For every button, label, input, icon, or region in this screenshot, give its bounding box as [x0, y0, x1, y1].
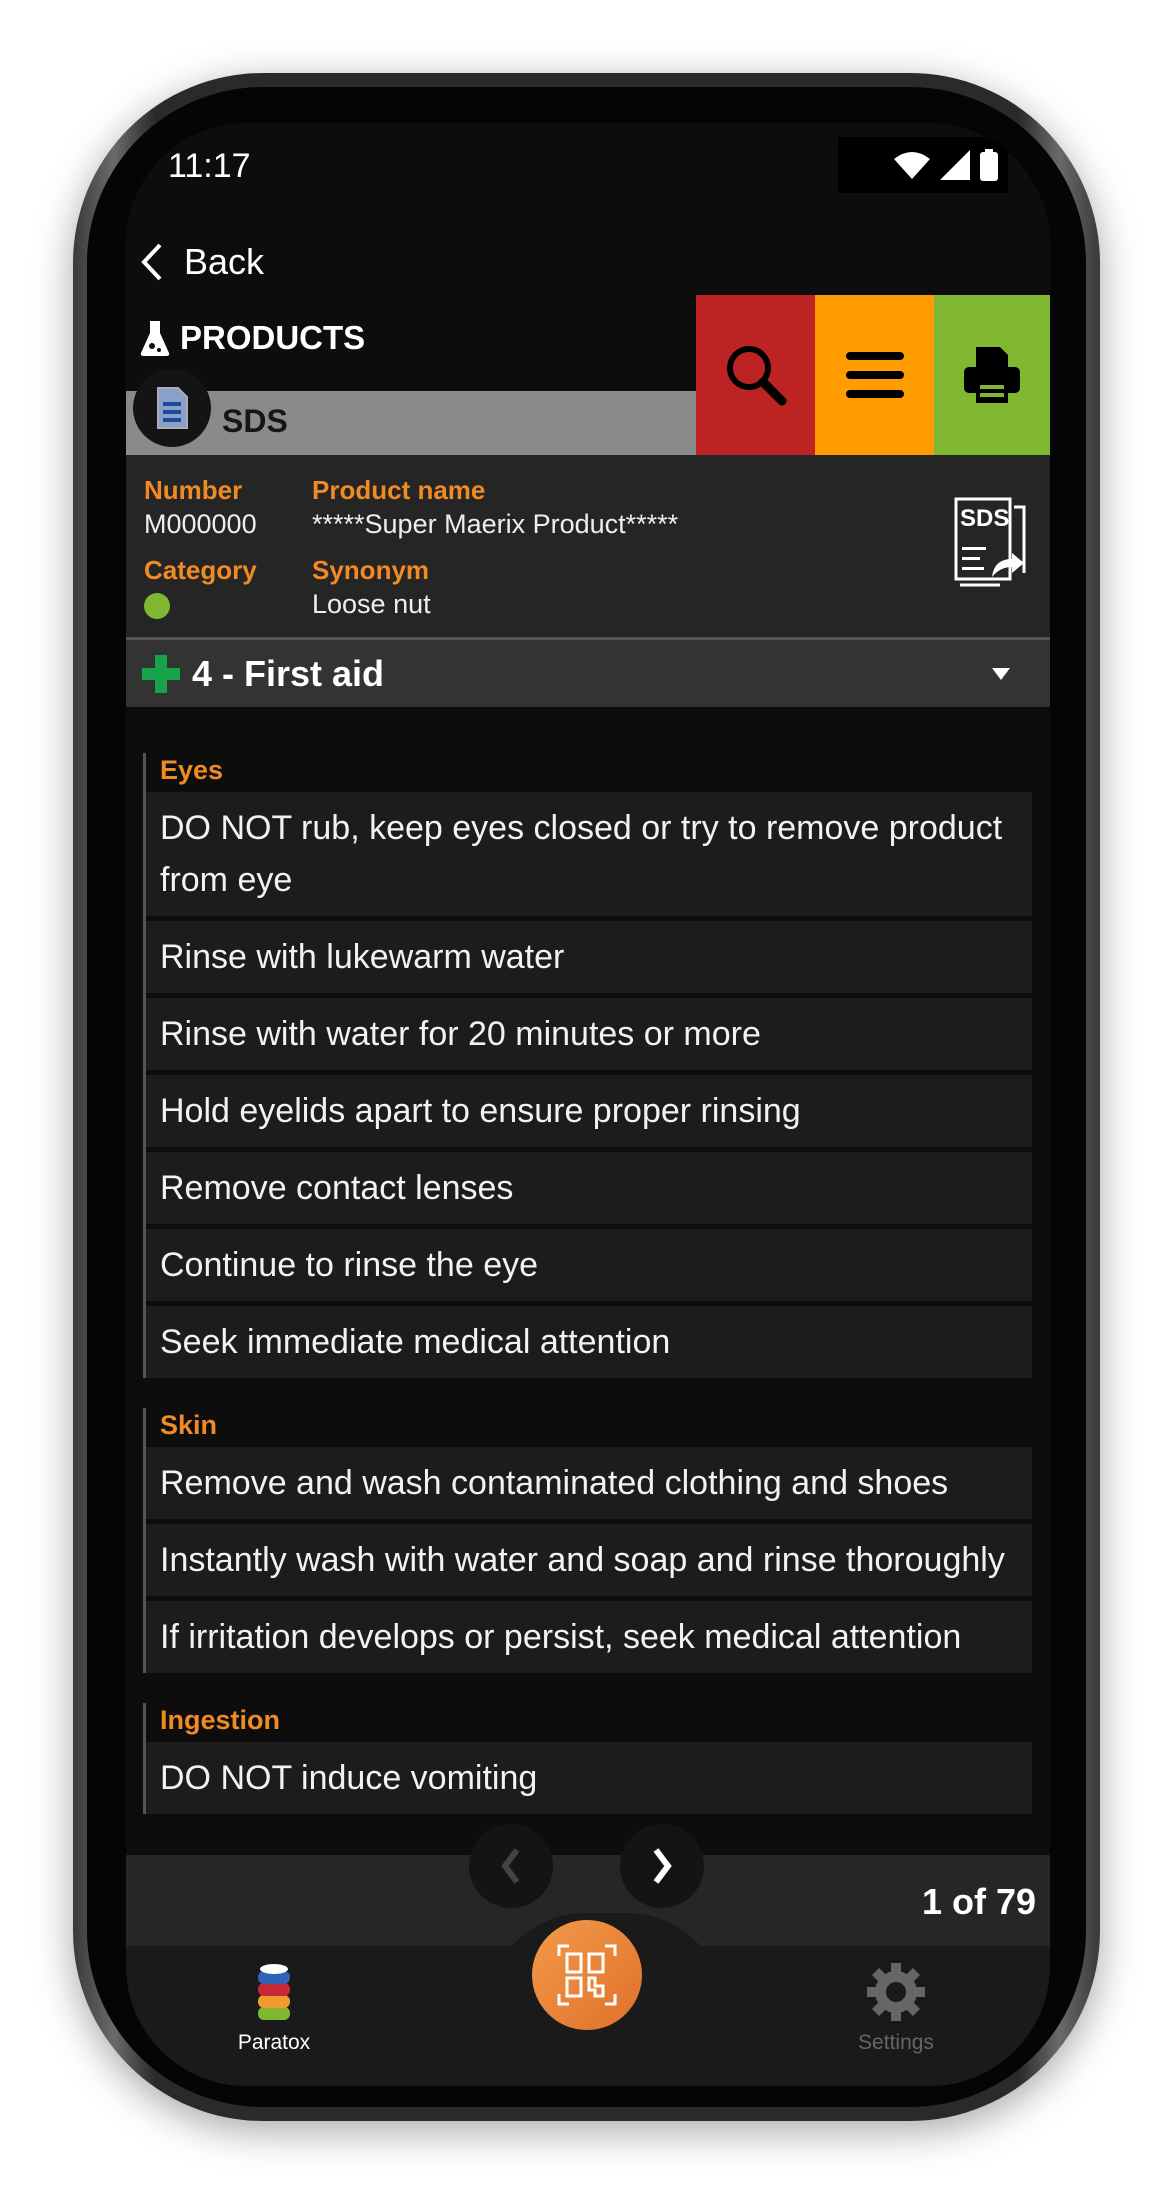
list-item: If irritation develops or persist, seek … — [146, 1601, 1032, 1673]
list-item: Continue to rinse the eye — [146, 1229, 1032, 1301]
list-item: Remove and wash contaminated clothing an… — [146, 1447, 1032, 1519]
signal-icon — [940, 150, 970, 180]
category-label: Category — [144, 555, 257, 585]
tab-paratox[interactable]: Paratox — [214, 1963, 334, 2055]
list-item: Seek immediate medical attention — [146, 1306, 1032, 1378]
next-button[interactable] — [620, 1824, 704, 1908]
group-eyes: Eyes DO NOT rub, keep eyes closed or try … — [143, 753, 1032, 1378]
flask-icon — [140, 321, 170, 356]
list-item: Rinse with lukewarm water — [146, 921, 1032, 993]
section-header-first-aid[interactable]: 4 - First aid — [126, 637, 1050, 707]
back-button[interactable]: Back — [140, 241, 264, 283]
search-button[interactable] — [696, 295, 815, 455]
list-item: DO NOT induce vomiting — [146, 1742, 1032, 1814]
document-icon — [133, 369, 211, 447]
chevron-left-icon — [141, 243, 162, 281]
product-name-label: Product name — [312, 475, 486, 505]
battery-icon — [980, 149, 998, 181]
synonym-value: Loose nut — [312, 589, 431, 619]
group-ingestion: Ingestion DO NOT induce vomiting — [143, 1703, 1032, 1814]
tab-settings[interactable]: Settings — [836, 1963, 956, 2055]
product-name-value: *****Super Maerix Product***** — [312, 509, 679, 539]
section-title: 4 - First aid — [192, 652, 385, 694]
print-button[interactable] — [934, 295, 1050, 455]
tab-settings-label: Settings — [858, 2031, 934, 2054]
screen: 11:17 Back PRODUCTS SDS Number M000000 P… — [126, 123, 1050, 2086]
sds-share-icon[interactable]: SDS — [952, 497, 1030, 597]
first-aid-list[interactable]: Eyes DO NOT rub, keep eyes closed or try … — [126, 707, 1050, 1978]
page-title: PRODUCTS — [140, 319, 365, 357]
gear-icon — [867, 1963, 925, 2021]
group-skin: Skin Remove and wash contaminated clothin… — [143, 1408, 1032, 1673]
pager-count: 1 of 79 — [921, 1881, 1036, 1922]
group-title: Ingestion — [160, 1705, 280, 1735]
search-icon — [726, 346, 786, 406]
printer-icon — [964, 347, 1020, 403]
hamburger-menu-icon — [845, 352, 904, 398]
category-dot — [144, 593, 170, 619]
list-item: Hold eyelids apart to ensure proper rins… — [146, 1075, 1032, 1147]
green-cross-icon — [142, 654, 180, 693]
sds-icon-text: SDS — [960, 505, 1010, 532]
synonym-label: Synonym — [312, 555, 430, 585]
list-item: DO NOT rub, keep eyes closed or try to r… — [146, 792, 1032, 916]
chevron-right-icon — [653, 1848, 672, 1884]
qr-code-icon — [557, 1944, 617, 2006]
product-info-panel: Number M000000 Product name *****Super M… — [126, 455, 1050, 637]
group-title: Eyes — [160, 755, 224, 785]
caret-down-icon — [992, 667, 1010, 680]
group-title: Skin — [160, 1410, 218, 1440]
tab-paratox-label: Paratox — [237, 2031, 311, 2054]
paratox-logo-icon — [258, 1964, 290, 2020]
wifi-icon — [894, 152, 930, 179]
list-item: Instantly wash with water and soap and r… — [146, 1524, 1032, 1596]
number-label: Number — [144, 475, 243, 505]
page-title-text: PRODUCTS — [180, 319, 366, 356]
previous-button[interactable] — [469, 1824, 553, 1908]
number-value: M000000 — [144, 509, 257, 539]
list-item: Remove contact lenses — [146, 1152, 1032, 1224]
status-time: 11:17 — [168, 147, 251, 185]
back-label: Back — [184, 241, 265, 282]
chevron-left-icon — [501, 1848, 520, 1884]
menu-button[interactable] — [815, 295, 934, 455]
status-icons — [838, 137, 1008, 193]
qr-scan-button[interactable] — [532, 1920, 642, 2030]
list-item: Rinse with water for 20 minutes or more — [146, 998, 1032, 1070]
subheader-title: SDS — [222, 403, 288, 439]
subheader-bar — [126, 391, 696, 455]
